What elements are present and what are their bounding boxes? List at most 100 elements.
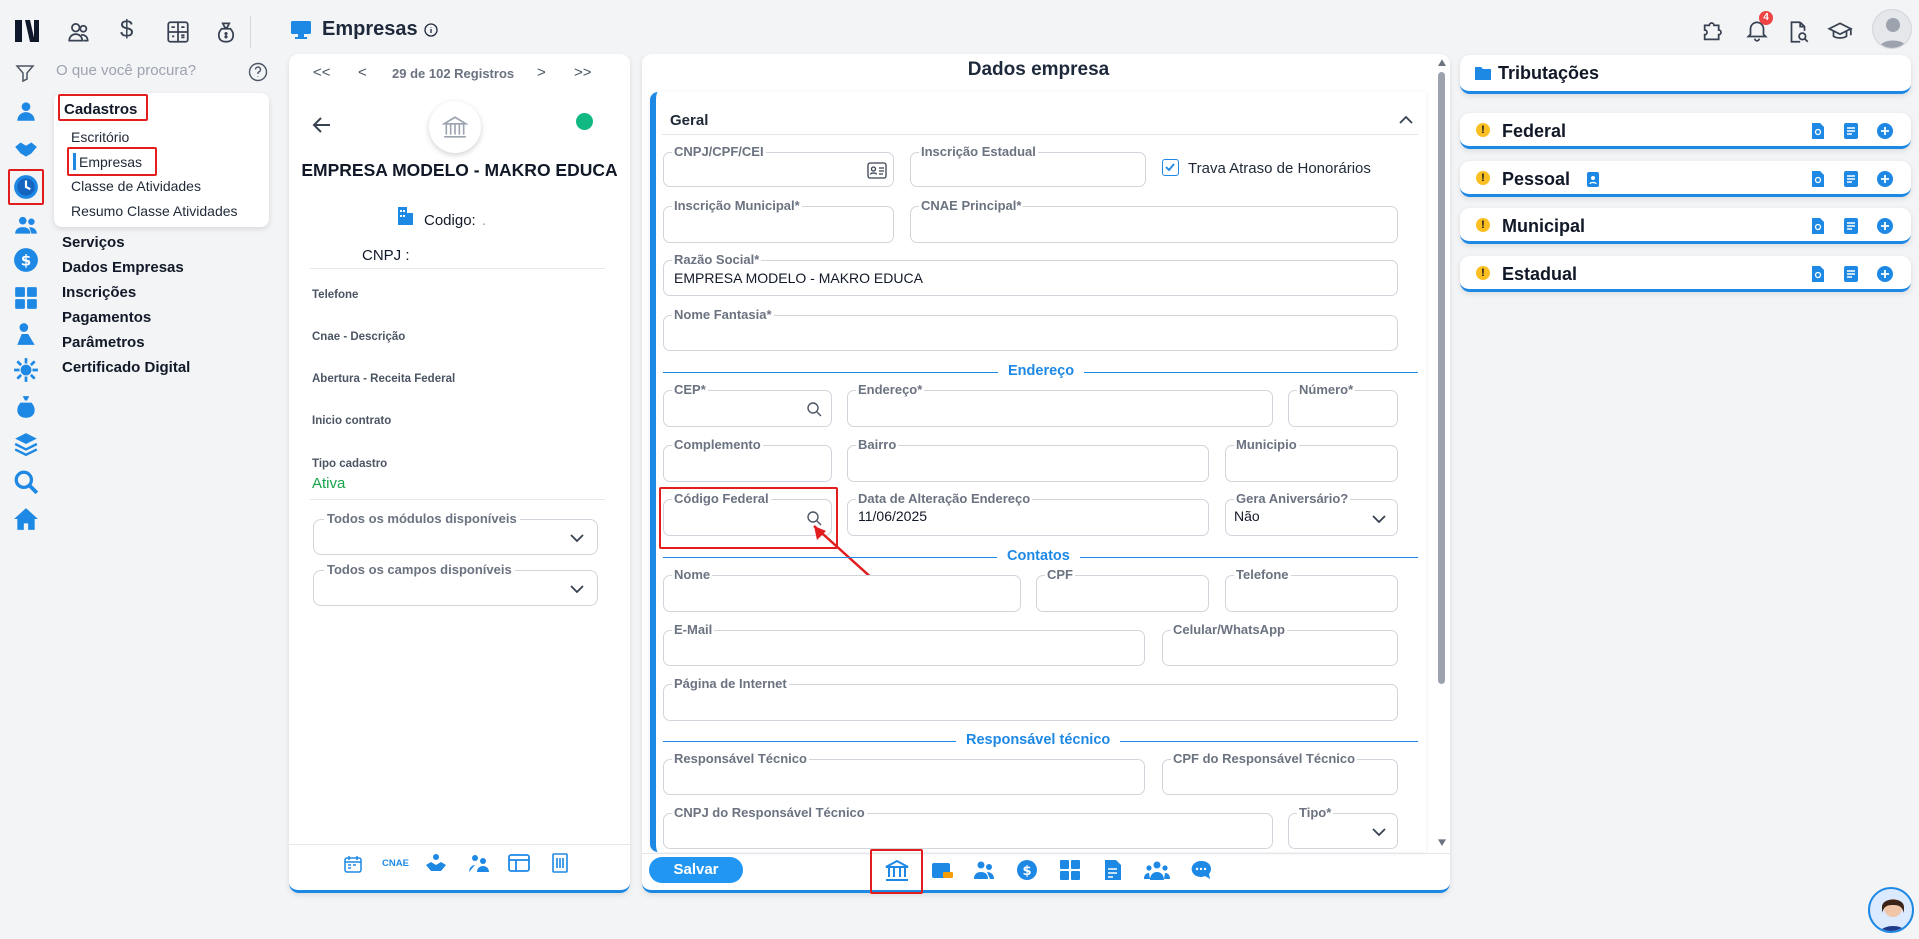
scroll-down[interactable]: [1437, 838, 1447, 846]
tipo-select[interactable]: Tipo*: [1288, 805, 1398, 849]
id-card-icon[interactable]: [867, 162, 887, 179]
dollar-circle-icon[interactable]: $: [1016, 859, 1038, 881]
email-field[interactable]: E-Mail: [663, 622, 1145, 666]
building-icon[interactable]: [551, 852, 569, 874]
search-icon[interactable]: [806, 401, 822, 417]
submenu-item-classe-atividades[interactable]: Classe de Atividades: [71, 178, 201, 194]
table-icon[interactable]: [508, 853, 530, 873]
pagina-internet-field[interactable]: Página de Internet: [663, 676, 1398, 721]
modules-select[interactable]: Todos os módulos disponíveis: [313, 511, 598, 555]
numero-field[interactable]: Número*: [1288, 382, 1398, 427]
trib-row-estadual[interactable]: ! Estadual: [1460, 256, 1911, 292]
graduation-cap-icon[interactable]: [1827, 19, 1853, 45]
bairro-field[interactable]: Bairro: [847, 437, 1209, 482]
chevron-up-icon[interactable]: [1398, 114, 1414, 126]
doc-list-icon[interactable]: [1842, 217, 1860, 235]
handshake-icon[interactable]: [13, 136, 39, 162]
trib-row-federal[interactable]: ! Federal: [1460, 113, 1911, 149]
help-icon[interactable]: [248, 62, 268, 82]
hand-coin-icon[interactable]: [13, 321, 39, 347]
doc-search-icon[interactable]: [1809, 217, 1827, 235]
doc-list-icon[interactable]: [1842, 265, 1860, 283]
trib-row-pessoal[interactable]: ! Pessoal: [1460, 161, 1911, 197]
dollar-circle-icon[interactable]: $: [13, 247, 39, 273]
gera-aniversario-select[interactable]: Gera Aniversário? Não: [1225, 491, 1398, 536]
menu-item-inscricoes[interactable]: Inscrições: [62, 284, 136, 301]
user-avatar[interactable]: [1872, 9, 1912, 49]
doc-list-icon[interactable]: [1842, 170, 1860, 188]
back-arrow-icon[interactable]: [311, 114, 333, 136]
municipio-field[interactable]: Municipio: [1225, 437, 1398, 482]
doc-search-icon[interactable]: [1809, 170, 1827, 188]
search-input[interactable]: O que você procura?: [56, 62, 196, 79]
puzzle-icon[interactable]: [1700, 16, 1728, 44]
add-circle-icon[interactable]: [1876, 217, 1894, 235]
calculator-icon[interactable]: [1059, 859, 1081, 881]
nome-field[interactable]: Nome: [663, 567, 1021, 612]
dollar-icon[interactable]: $: [120, 16, 133, 44]
save-button[interactable]: Salvar: [649, 857, 743, 883]
trib-row-municipal[interactable]: ! Municipal: [1460, 208, 1911, 244]
people-icon[interactable]: [13, 212, 39, 238]
gear-network-icon[interactable]: [13, 357, 39, 383]
wallet-icon[interactable]: [931, 859, 953, 881]
chat-icon[interactable]: [1190, 859, 1212, 881]
menu-section-cadastros[interactable]: Cadastros: [64, 101, 137, 118]
inscricao-estadual-field[interactable]: Inscrição Estadual: [910, 144, 1146, 187]
telefone-field[interactable]: Telefone: [1225, 567, 1398, 612]
doc-search-icon[interactable]: [1809, 122, 1827, 140]
scrollbar-thumb[interactable]: [1438, 72, 1445, 684]
submenu-item-empresas[interactable]: Empresas: [79, 154, 142, 170]
menu-item-certificado[interactable]: Certificado Digital: [62, 359, 190, 376]
next-record-button[interactable]: >: [537, 64, 546, 81]
document-edit-icon[interactable]: [1103, 859, 1123, 881]
assistant-avatar[interactable]: [1868, 887, 1914, 933]
handshake-icon[interactable]: [425, 853, 447, 873]
cnae-icon[interactable]: CNAE: [382, 858, 409, 869]
trava-checkbox[interactable]: [1162, 159, 1179, 176]
contacts-icon[interactable]: [66, 19, 92, 45]
fields-select[interactable]: Todos os campos disponíveis: [313, 562, 598, 606]
menu-item-servicos[interactable]: Serviços: [62, 234, 125, 251]
calendar-icon[interactable]: [343, 854, 363, 874]
inscricao-municipal-field[interactable]: Inscrição Municipal*: [663, 198, 894, 243]
responsavel-tecnico-field[interactable]: Responsável Técnico: [663, 751, 1145, 795]
cep-field[interactable]: CEP*: [663, 382, 832, 427]
menu-item-pagamentos[interactable]: Pagamentos: [62, 309, 151, 326]
doc-list-icon[interactable]: [1842, 122, 1860, 140]
scroll-up[interactable]: [1437, 58, 1446, 68]
calculator-icon[interactable]: [13, 285, 39, 311]
filter-icon[interactable]: [15, 63, 35, 83]
person-icon[interactable]: [13, 98, 39, 124]
people-icon[interactable]: [973, 859, 995, 881]
logo-icon[interactable]: [12, 17, 42, 45]
cnpj-responsavel-field[interactable]: CNPJ do Responsável Técnico: [663, 805, 1273, 849]
add-circle-icon[interactable]: [1876, 170, 1894, 188]
prev-record-button[interactable]: <: [358, 64, 367, 81]
cpf-field[interactable]: CPF: [1036, 567, 1209, 612]
submenu-item-escritorio[interactable]: Escritório: [71, 129, 129, 145]
info-icon[interactable]: [423, 22, 438, 37]
report-search-icon[interactable]: [1785, 19, 1811, 45]
calculator-icon[interactable]: [165, 19, 191, 45]
submenu-item-resumo-classe[interactable]: Resumo Classe Atividades: [71, 203, 238, 219]
people-icon[interactable]: [468, 853, 490, 873]
cnae-principal-field[interactable]: CNAE Principal*: [910, 198, 1398, 243]
last-record-button[interactable]: >>: [574, 64, 592, 81]
search-icon[interactable]: [13, 469, 39, 495]
cpf-responsavel-field[interactable]: CPF do Responsável Técnico: [1162, 751, 1398, 795]
nome-fantasia-field[interactable]: Nome Fantasia*: [663, 307, 1398, 351]
layers-icon[interactable]: [13, 431, 39, 457]
group-icon[interactable]: [1144, 859, 1170, 881]
endereco-field[interactable]: Endereço*: [847, 382, 1273, 427]
bank-icon[interactable]: [884, 858, 910, 882]
celular-field[interactable]: Celular/WhatsApp: [1162, 622, 1398, 666]
clock-icon[interactable]: [13, 174, 39, 200]
add-circle-icon[interactable]: [1876, 265, 1894, 283]
money-bag-icon[interactable]: [13, 394, 39, 420]
menu-item-dados-empresas[interactable]: Dados Empresas: [62, 259, 184, 276]
razao-social-field[interactable]: Razão Social* EMPRESA MODELO - MAKRO EDU…: [663, 252, 1398, 296]
complemento-field[interactable]: Complemento: [663, 437, 832, 482]
section-geral-title[interactable]: Geral: [670, 112, 708, 129]
doc-search-icon[interactable]: [1809, 265, 1827, 283]
